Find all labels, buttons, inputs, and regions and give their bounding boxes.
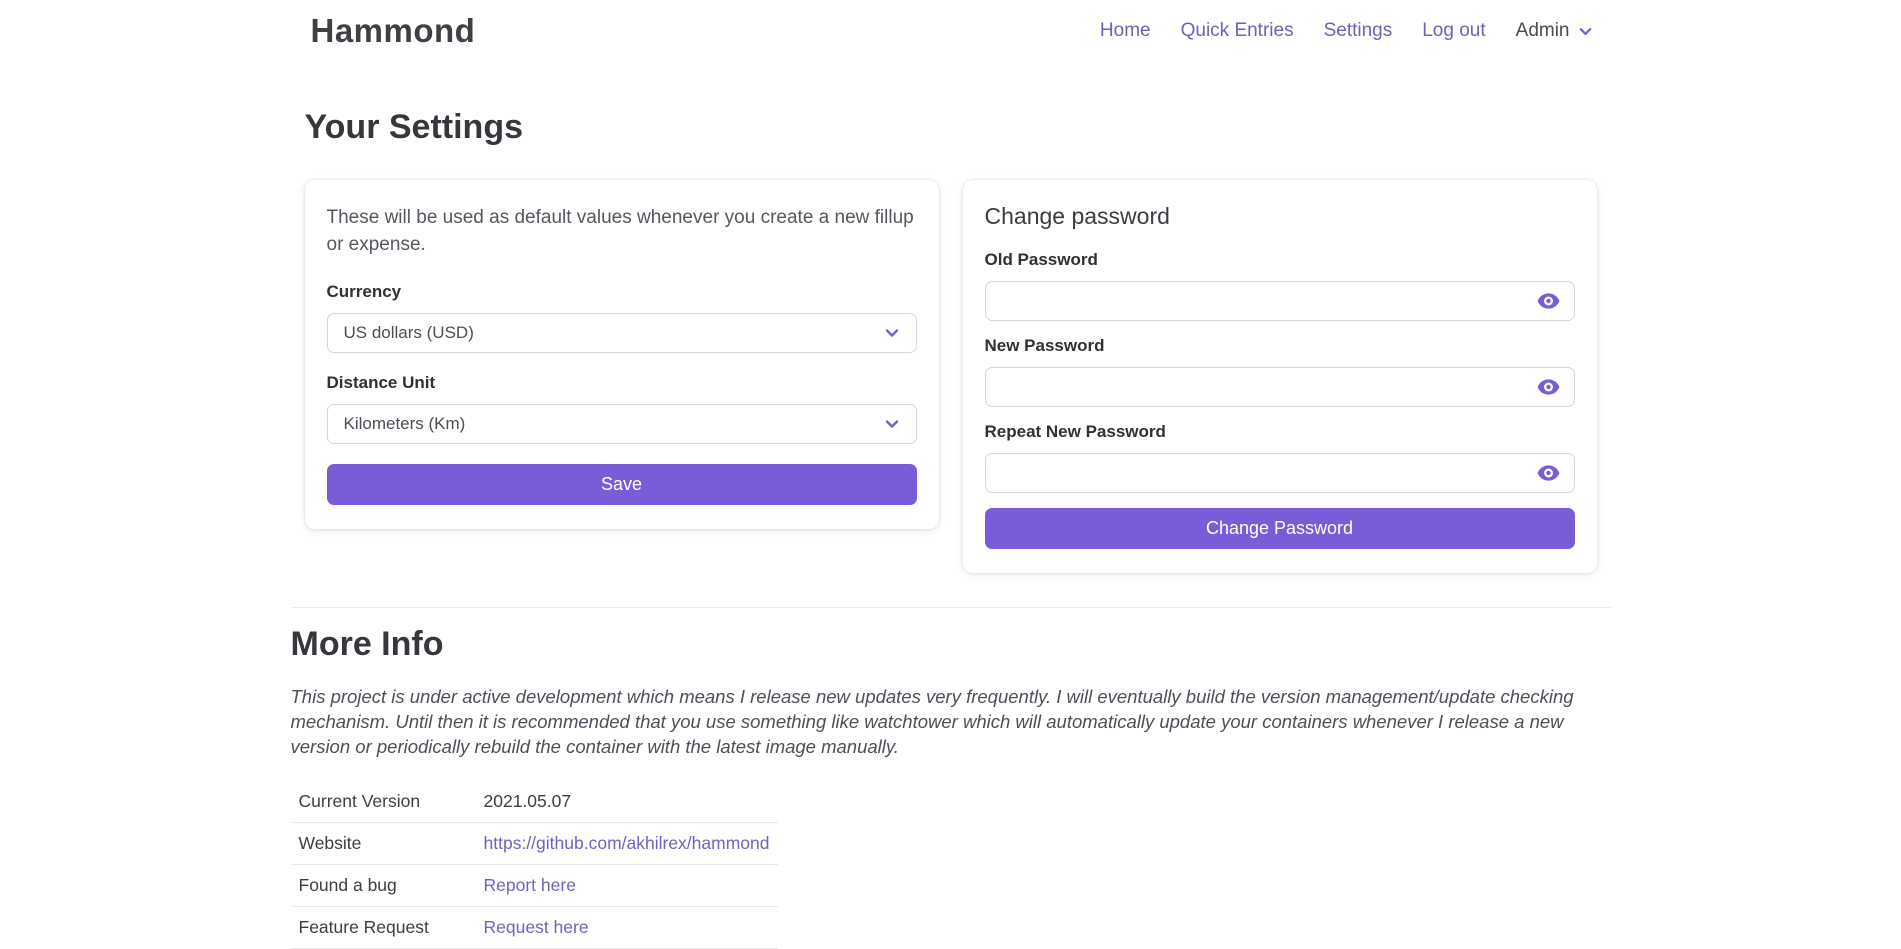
feature-request-link[interactable]: Request here — [484, 917, 589, 937]
chevron-down-icon — [884, 325, 900, 341]
report-bug-link[interactable]: Report here — [484, 875, 576, 895]
settings-cards: These will be used as default values whe… — [305, 180, 1597, 573]
row-value: 2021.05.07 — [476, 781, 778, 823]
defaults-card: These will be used as default values whe… — [305, 180, 939, 529]
main-nav: Home Quick Entries Settings Log out Admi… — [1100, 20, 1593, 42]
chevron-down-icon — [884, 416, 900, 432]
new-password-label: New Password — [985, 336, 1575, 356]
brand-logo[interactable]: Hammond — [311, 12, 476, 50]
more-info-title: More Info — [291, 622, 1611, 666]
new-password-input[interactable] — [985, 367, 1575, 407]
row-label: Current Version — [291, 781, 476, 823]
eye-icon — [1537, 470, 1560, 485]
toggle-repeat-password-visibility[interactable] — [1537, 465, 1560, 482]
change-password-title: Change password — [985, 204, 1575, 228]
nav-home[interactable]: Home — [1100, 20, 1151, 42]
row-label: Feature Request — [291, 907, 476, 949]
table-row-bug: Found a bug Report here — [291, 865, 778, 907]
row-label: Found a bug — [291, 865, 476, 907]
change-password-button[interactable]: Change Password — [985, 508, 1575, 549]
distance-unit-select[interactable]: Kilometers (Km) — [327, 404, 917, 444]
old-password-field — [985, 281, 1575, 321]
currency-selected-value: US dollars (USD) — [344, 323, 474, 343]
section-divider — [291, 607, 1611, 608]
user-menu-dropdown[interactable]: Admin — [1516, 20, 1593, 42]
chevron-down-icon — [1578, 24, 1593, 39]
repeat-password-label: Repeat New Password — [985, 422, 1575, 442]
app-header: Hammond Home Quick Entries Settings Log … — [0, 0, 1901, 50]
page-title: Your Settings — [305, 106, 1597, 148]
currency-select[interactable]: US dollars (USD) — [327, 313, 917, 353]
repeat-password-field — [985, 453, 1575, 493]
website-link[interactable]: https://github.com/akhilrex/hammond — [484, 833, 770, 853]
row-label: Website — [291, 823, 476, 865]
nav-settings[interactable]: Settings — [1324, 20, 1393, 42]
eye-icon — [1537, 384, 1560, 399]
user-menu-label: Admin — [1516, 20, 1570, 42]
table-row-website: Website https://github.com/akhilrex/hamm… — [291, 823, 778, 865]
nav-quick-entries[interactable]: Quick Entries — [1181, 20, 1294, 42]
table-row-feature-request: Feature Request Request here — [291, 907, 778, 949]
save-button[interactable]: Save — [327, 464, 917, 505]
eye-icon — [1537, 298, 1560, 313]
old-password-label: Old Password — [985, 250, 1575, 270]
repeat-password-input[interactable] — [985, 453, 1575, 493]
more-info-section: More Info This project is under active d… — [291, 622, 1611, 949]
toggle-old-password-visibility[interactable] — [1537, 293, 1560, 310]
table-row-current-version: Current Version 2021.05.07 — [291, 781, 778, 823]
change-password-card: Change password Old Password New Passwor… — [963, 180, 1597, 573]
new-password-field — [985, 367, 1575, 407]
info-table: Current Version 2021.05.07 Website https… — [291, 781, 778, 949]
currency-label: Currency — [327, 282, 917, 302]
old-password-input[interactable] — [985, 281, 1575, 321]
main-content: Your Settings These will be used as defa… — [291, 106, 1611, 949]
defaults-description: These will be used as default values whe… — [327, 204, 917, 258]
distance-unit-selected-value: Kilometers (Km) — [344, 414, 466, 434]
distance-unit-label: Distance Unit — [327, 373, 917, 393]
nav-logout[interactable]: Log out — [1422, 20, 1485, 42]
development-note: This project is under active development… — [291, 684, 1611, 759]
toggle-new-password-visibility[interactable] — [1537, 379, 1560, 396]
